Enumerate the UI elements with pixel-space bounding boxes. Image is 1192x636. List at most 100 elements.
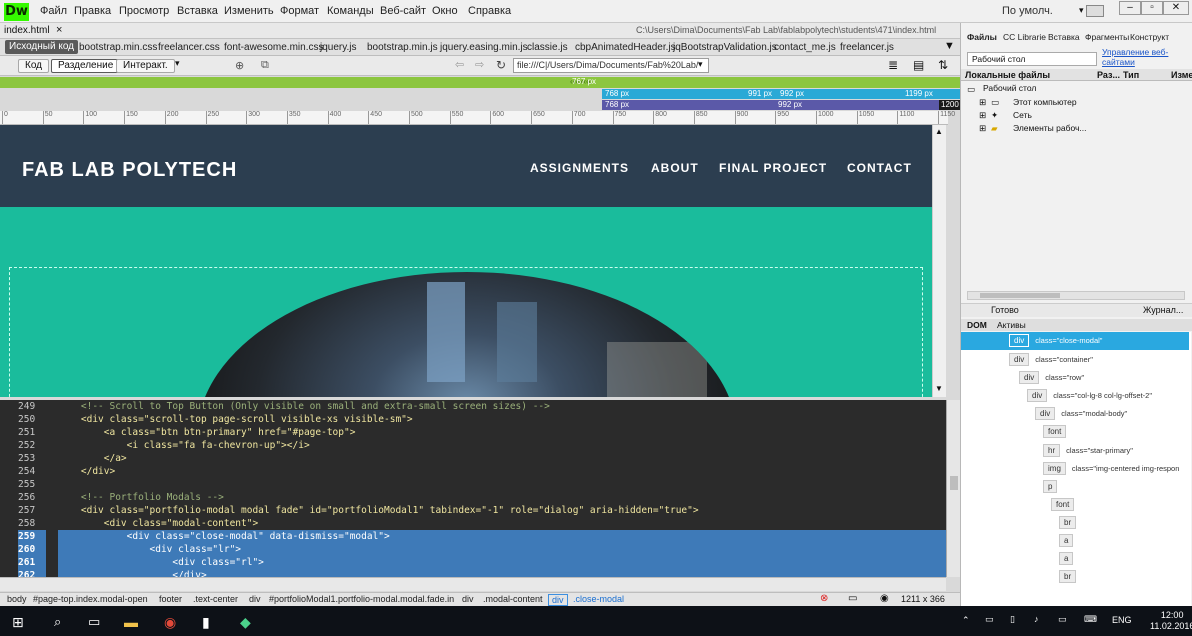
menu-file[interactable]: Файл — [40, 5, 67, 17]
dom-node[interactable]: br — [961, 568, 1189, 586]
col-modified[interactable]: Изме — [1171, 70, 1192, 80]
language-indicator[interactable]: ENG — [1112, 615, 1132, 625]
inspect-icon[interactable]: ⊕ — [235, 59, 244, 72]
file-management-icon[interactable]: ⇅ — [938, 58, 948, 72]
network-tray-icon[interactable]: ▯ — [1010, 614, 1015, 625]
code-line[interactable] — [58, 478, 946, 491]
menu-window[interactable]: Окно — [432, 5, 458, 17]
dom-node[interactable]: a — [961, 550, 1189, 568]
preview-icon[interactable]: ⧉ — [261, 59, 269, 72]
start-icon[interactable]: ⊞ — [12, 614, 26, 630]
media-query-bar-small[interactable]: ‹‹‹‹‹‹‹‹ 767 px — [0, 77, 960, 88]
related-file[interactable]: freelancer.js — [840, 42, 894, 53]
menu-view[interactable]: Просмотр — [119, 5, 169, 17]
tab-assets[interactable]: Активы — [997, 320, 1026, 330]
dom-node[interactable]: a — [961, 532, 1189, 550]
tree-network[interactable]: Сеть — [1013, 110, 1032, 120]
code-line-selected[interactable]: <div class="rl"> — [58, 556, 946, 569]
files-hscroll[interactable] — [967, 291, 1185, 300]
dom-node[interactable]: img class="img-centered img-respon — [961, 460, 1189, 478]
related-file[interactable]: font-awesome.min.css — [224, 42, 323, 53]
error-icon[interactable]: ⊗ — [820, 593, 828, 604]
scroll-thumb[interactable] — [950, 476, 958, 490]
dom-node[interactable]: div class="container" — [961, 351, 1189, 369]
volume-icon[interactable]: ♪ — [1034, 614, 1039, 624]
message-icon[interactable]: ▭ — [1058, 614, 1067, 625]
chevron-down-icon[interactable]: ▾ — [1079, 5, 1084, 16]
format-icon[interactable]: ≣ — [888, 58, 898, 72]
site-selector[interactable]: Рабочий стол — [967, 52, 1097, 66]
tree-computer[interactable]: Этот компьютер — [1013, 97, 1077, 107]
tag-div[interactable]: div — [459, 594, 477, 604]
tab-dom[interactable]: DOM — [967, 320, 987, 330]
dom-node-selected[interactable]: div class="close-modal" — [961, 332, 1189, 350]
nav-contact[interactable]: CONTACT — [847, 161, 912, 175]
menu-format[interactable]: Формат — [280, 5, 319, 17]
related-source-code[interactable]: Исходный код — [5, 40, 78, 54]
code-line[interactable]: <div class="scroll-top page-scroll visib… — [58, 413, 946, 426]
address-field[interactable]: file:///C|/Users/Dima/Documents/Fab%20La… — [513, 58, 709, 73]
live-dropdown-icon[interactable]: ▾ — [175, 58, 180, 69]
menu-site[interactable]: Веб-сайт — [380, 5, 426, 17]
code-line[interactable]: <a class="btn btn-primary" href="#page-t… — [58, 426, 946, 439]
filter-icon[interactable]: ▼ — [944, 40, 955, 52]
related-file[interactable]: cbpAnimatedHeader.js — [575, 42, 676, 53]
task-view-icon[interactable]: ▭ — [88, 614, 102, 629]
related-file[interactable]: jqBootstrapValidation.js — [673, 42, 777, 53]
code-line[interactable]: <i class="fa fa-chevron-up"></i> — [58, 439, 946, 452]
dom-node[interactable]: div class="row" — [961, 369, 1189, 387]
tab-snippets[interactable]: Фрагменты — [1085, 32, 1129, 42]
tag-class[interactable]: .text-center — [190, 594, 241, 604]
file-explorer-icon[interactable]: ▬ — [124, 614, 138, 630]
workspace-selector[interactable]: По умолч. — [1002, 5, 1053, 17]
media-query-bar-medium[interactable]: 768 px 991 px 992 px 1199 px — [602, 89, 960, 99]
code-line[interactable]: <div class="portfolio-modal modal fade" … — [58, 504, 946, 517]
code-line[interactable]: <!-- Portfolio Modals --> — [58, 491, 946, 504]
nav-about[interactable]: ABOUT — [651, 161, 699, 175]
sync-icon[interactable] — [1086, 5, 1104, 17]
related-file[interactable]: contact_me.js — [774, 42, 836, 53]
code-line-selected[interactable]: <div class="close-modal" data-dismiss="m… — [58, 530, 946, 543]
tag-class[interactable]: .modal-content — [480, 594, 546, 604]
scroll-up-icon[interactable]: ▲ — [935, 127, 943, 136]
expand-icon[interactable]: ⊞ — [979, 110, 986, 121]
close-button[interactable]: ✕ — [1163, 1, 1189, 15]
refresh-icon[interactable]: ↻ — [496, 58, 506, 72]
dom-node[interactable]: br — [961, 514, 1189, 532]
nav-final-project[interactable]: FINAL PROJECT — [719, 161, 827, 175]
tab-index-html[interactable]: index.html — [4, 25, 50, 36]
code-view[interactable]: 249 <!-- Scroll to Top Button (Only visi… — [0, 400, 946, 577]
log-button[interactable]: Журнал... — [1143, 305, 1183, 315]
dom-node[interactable]: p — [961, 478, 1189, 496]
tag-id[interactable]: #page-top.index.modal-open — [30, 594, 151, 604]
tag-div[interactable]: div — [246, 594, 264, 604]
col-local-files[interactable]: Локальные файлы — [965, 70, 1050, 80]
dom-node[interactable]: font — [961, 496, 1189, 514]
tab-close-icon[interactable]: × — [56, 24, 62, 36]
tag-div-selected[interactable]: div — [548, 594, 568, 606]
minimize-button[interactable]: – — [1119, 1, 1141, 15]
expand-icon[interactable]: ⊞ — [979, 97, 986, 108]
code-line-selected[interactable]: <div class="lr"> — [58, 543, 946, 556]
app-icon[interactable]: ◆ — [240, 614, 254, 630]
col-type[interactable]: Тип — [1123, 70, 1139, 80]
code-line[interactable]: </a> — [58, 452, 946, 465]
design-view[interactable]: FAB LAB POLYTECH ASSIGNMENTS ABOUT FINAL… — [0, 125, 946, 397]
split-view-button[interactable]: Разделение — [51, 59, 121, 73]
related-file[interactable]: freelancer.css — [158, 42, 220, 53]
tag-id[interactable]: #portfolioModal1.portfolio-modal.modal.f… — [266, 594, 457, 604]
live-view-button[interactable]: Интеракт. — [116, 59, 175, 73]
window-size[interactable]: 1211 x 366 — [901, 594, 945, 604]
code-line-selected[interactable]: </div> — [58, 569, 946, 577]
tree-desktop-items[interactable]: Элементы рабоч... — [1013, 123, 1087, 133]
menu-edit[interactable]: Правка — [74, 5, 111, 17]
manage-sites-link[interactable]: Управление веб-сайтами — [1102, 47, 1192, 67]
tab-insert[interactable]: Вставка — [1048, 32, 1080, 42]
nav-assignments[interactable]: ASSIGNMENTS — [530, 161, 629, 175]
tab-css-designer[interactable]: Конструкт — [1130, 32, 1169, 42]
battery-icon[interactable]: ▭ — [985, 614, 994, 625]
window-size-icon[interactable]: ▭ — [848, 593, 857, 604]
menu-insert[interactable]: Вставка — [177, 5, 218, 17]
chrome-icon[interactable]: ◉ — [164, 614, 178, 630]
code-view-button[interactable]: Код — [18, 59, 50, 73]
